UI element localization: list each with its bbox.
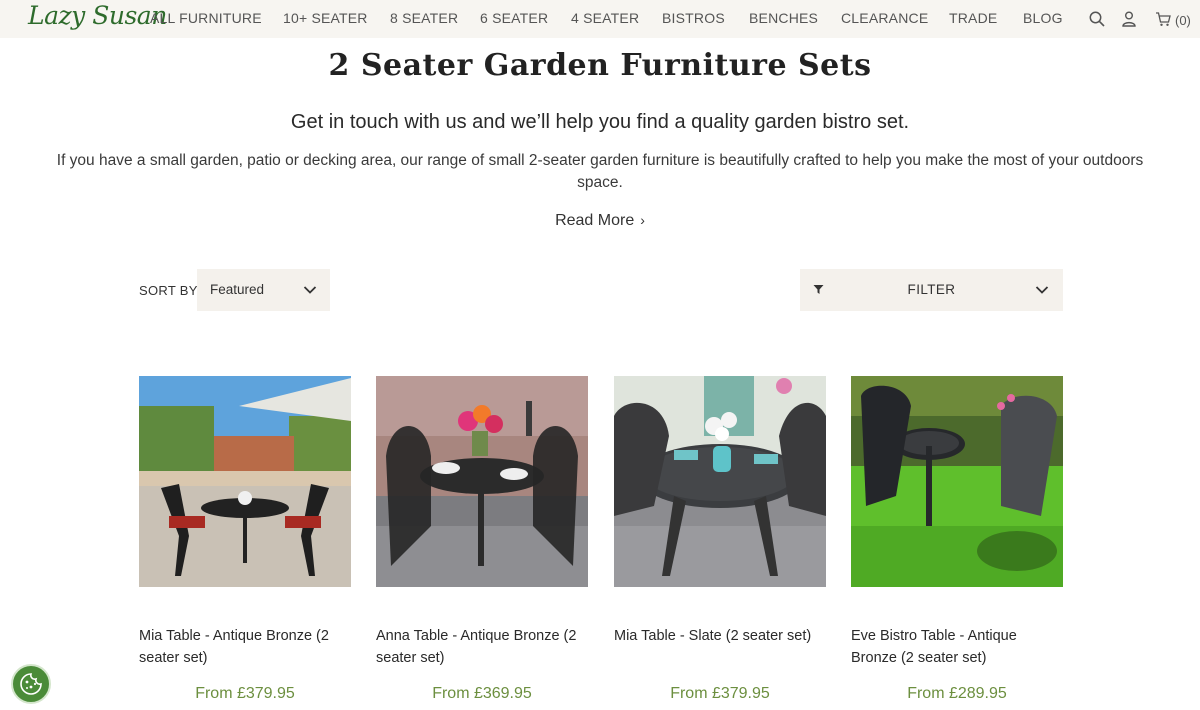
read-more-link[interactable]: Read More ›: [0, 212, 1200, 230]
filter-button[interactable]: FILTER: [800, 269, 1063, 311]
product-card[interactable]: Anna Table - Antique Bronze (2 seater se…: [376, 376, 588, 702]
cart-icon[interactable]: [1155, 11, 1171, 32]
nav-10-seater[interactable]: 10+ SEATER: [283, 10, 368, 26]
chevron-down-icon: [1035, 286, 1049, 294]
nav-8-seater[interactable]: 8 SEATER: [390, 10, 458, 26]
product-name[interactable]: Mia Table - Slate (2 seater set): [614, 625, 826, 647]
product-image[interactable]: [614, 376, 826, 587]
site-logo[interactable]: Lazy Susan: [28, 1, 167, 30]
product-name[interactable]: Mia Table - Antique Bronze (2 seater set…: [139, 625, 351, 669]
product-name[interactable]: Eve Bistro Table - Antique Bronze (2 sea…: [851, 625, 1063, 669]
product-price: From £379.95: [670, 685, 770, 702]
product-image[interactable]: [851, 376, 1063, 587]
product-price: From £369.95: [432, 685, 532, 702]
intro-lead: Get in touch with us and we’ll help you …: [290, 111, 910, 133]
intro-description: If you have a small garden, patio or dec…: [56, 152, 1144, 191]
read-more-label: Read More: [555, 212, 635, 229]
cart-count[interactable]: (0): [1175, 13, 1191, 28]
page-title: 2 Seater Garden Furniture Sets: [328, 48, 872, 83]
product-card[interactable]: Mia Table - Antique Bronze (2 seater set…: [139, 376, 351, 702]
product-name[interactable]: Anna Table - Antique Bronze (2 seater se…: [376, 625, 588, 669]
account-icon[interactable]: [1122, 11, 1136, 32]
filter-label: FILTER: [907, 282, 956, 297]
nav-benches[interactable]: BENCHES: [749, 10, 818, 26]
product-image[interactable]: [376, 376, 588, 587]
nav-blog[interactable]: BLOG: [1023, 10, 1063, 26]
sort-select[interactable]: Featured: [197, 269, 330, 311]
site-header: Lazy Susan ALL FURNITURE 10+ SEATER 8 SE…: [0, 0, 1200, 38]
nav-all-furniture[interactable]: ALL FURNITURE: [150, 10, 262, 26]
cookie-settings-icon: [20, 673, 42, 695]
product-image[interactable]: [139, 376, 351, 587]
nav-6-seater[interactable]: 6 SEATER: [480, 10, 548, 26]
product-price: From £379.95: [195, 685, 295, 702]
chevron-right-icon: ›: [640, 212, 645, 228]
cookie-settings-button[interactable]: [11, 664, 51, 704]
product-card[interactable]: Eve Bistro Table - Antique Bronze (2 sea…: [851, 376, 1063, 702]
sort-value: Featured: [210, 282, 265, 297]
chevron-down-icon: [303, 286, 317, 294]
nav-4-seater[interactable]: 4 SEATER: [571, 10, 639, 26]
nav-trade[interactable]: TRADE: [949, 10, 997, 26]
nav-bistros[interactable]: BISTROS: [662, 10, 725, 26]
product-price: From £289.95: [907, 685, 1007, 702]
product-card[interactable]: Mia Table - Slate (2 seater set) From £3…: [614, 376, 826, 702]
nav-clearance[interactable]: CLEARANCE: [841, 10, 928, 26]
sort-label: SORT BY: [139, 283, 198, 298]
search-icon[interactable]: [1089, 11, 1105, 32]
